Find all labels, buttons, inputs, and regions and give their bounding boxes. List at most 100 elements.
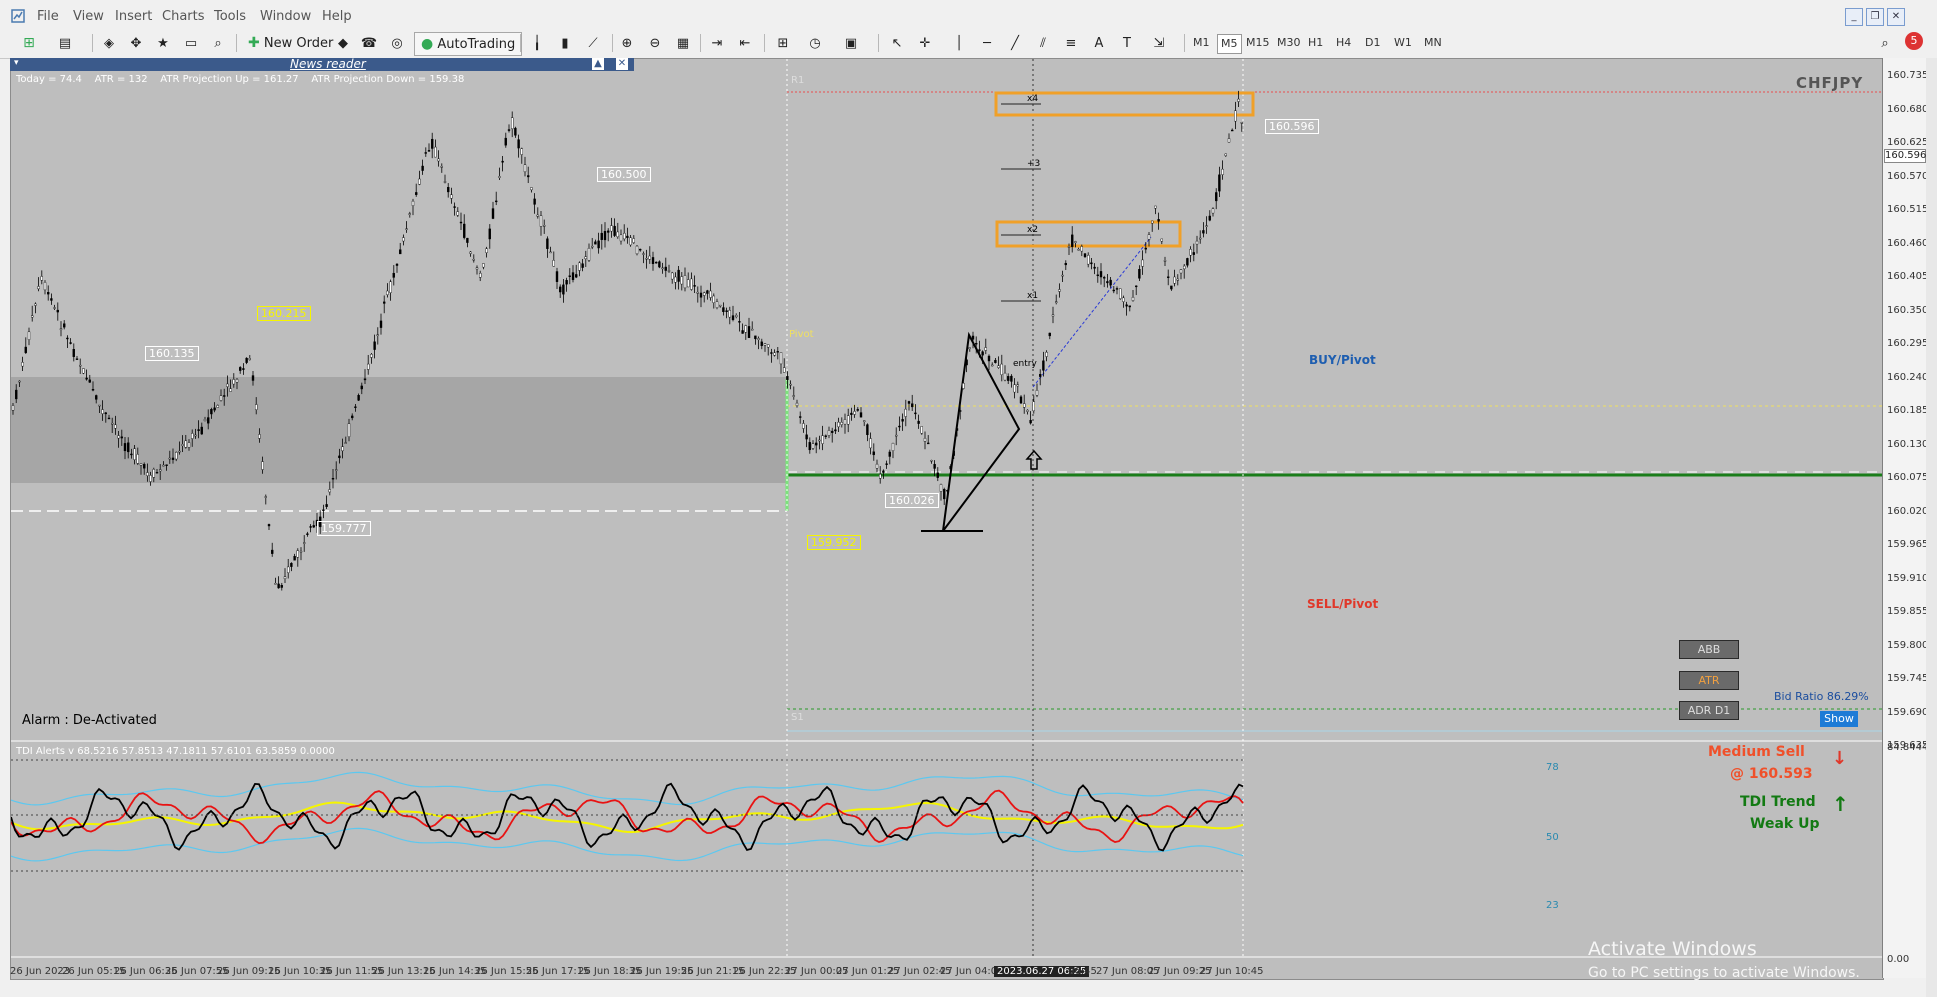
tf-m30[interactable]: M30 — [1274, 34, 1304, 52]
periods-icon[interactable]: ◷ — [804, 32, 826, 54]
price-axis-label: 160.515 — [1887, 204, 1929, 215]
tf-m1[interactable]: M1 — [1190, 34, 1213, 52]
vertical-scrollbar[interactable] — [1926, 58, 1937, 997]
show-button[interactable]: Show — [1820, 711, 1858, 727]
tf-h4[interactable]: H4 — [1333, 34, 1354, 52]
terminal-icon[interactable]: ▭ — [180, 32, 202, 54]
candle-body — [1195, 240, 1199, 245]
trendline-icon[interactable]: ╱ — [1004, 32, 1026, 54]
signals-icon[interactable]: ☎ — [358, 32, 380, 54]
candle-body — [149, 475, 152, 482]
news-close-icon[interactable]: ✕ — [616, 58, 628, 70]
candle-body — [568, 275, 571, 277]
candle-body — [139, 463, 143, 466]
text-icon[interactable]: A — [1088, 32, 1110, 54]
templates-icon[interactable]: ▣ — [840, 32, 862, 54]
candle-body — [248, 358, 252, 360]
bar-chart-icon[interactable]: ╽ — [526, 32, 548, 54]
candle-body — [210, 409, 213, 415]
tf-mn[interactable]: MN — [1421, 34, 1445, 52]
search-icon[interactable]: ⌕ — [1874, 32, 1896, 54]
tf-m15[interactable]: M15 — [1243, 34, 1273, 52]
chart-window[interactable]: 160.500 160.135 160.215 159.777 159.952 … — [10, 58, 1884, 980]
news-reader-bar[interactable]: ▾ News reader ▲ ✕ — [10, 57, 634, 71]
menu-tools[interactable]: Tools — [214, 9, 246, 24]
menu-file[interactable]: File — [37, 9, 59, 24]
news-minimize-icon[interactable]: ▲ — [592, 58, 604, 70]
candle-body — [485, 248, 488, 253]
candle-body — [1154, 205, 1157, 209]
r1-label: R1 — [791, 75, 805, 86]
minimize-button[interactable]: _ — [1845, 8, 1863, 26]
candle-body — [968, 347, 971, 349]
menu-window[interactable]: Window — [260, 9, 311, 24]
tile-windows-icon[interactable]: ▦ — [672, 32, 694, 54]
restore-button[interactable]: ❐ — [1866, 8, 1884, 26]
zoom-out-icon[interactable]: ⊖ — [644, 32, 666, 54]
new-chart-icon[interactable]: ⊞ — [18, 32, 40, 54]
price-chart[interactable] — [11, 59, 1883, 979]
candle-body — [1070, 234, 1074, 247]
tf-m5[interactable]: M5 — [1217, 34, 1242, 54]
vertical-line-icon[interactable]: │ — [948, 32, 970, 54]
menu-charts[interactable]: Charts — [162, 9, 205, 24]
candle-body — [56, 309, 59, 313]
line-chart-icon[interactable]: ⟋ — [582, 32, 604, 54]
candle-body — [347, 423, 351, 437]
tdi-title: TDI Alerts v 68.5216 57.8513 47.1811 57.… — [16, 746, 335, 757]
candle-body — [47, 292, 50, 295]
auto-scroll-icon[interactable]: ⇤ — [734, 32, 756, 54]
candle-body — [78, 364, 82, 367]
strategy-tester-icon[interactable]: ⌕ — [207, 32, 229, 54]
atr-button[interactable]: ATR — [1679, 671, 1739, 690]
candle-body — [837, 421, 840, 428]
candlestick-icon[interactable]: ▮ — [554, 32, 576, 54]
chart-shift-icon[interactable]: ⇥ — [706, 32, 728, 54]
candle-body — [184, 440, 188, 448]
candle-body — [914, 412, 917, 415]
news-reader-title[interactable]: News reader — [290, 57, 366, 71]
candle-body — [1093, 266, 1096, 269]
fibonacci-icon[interactable]: ≡ — [1060, 32, 1082, 54]
candle-body — [277, 583, 280, 589]
autotrading-button[interactable]: ● AutoTrading — [414, 32, 523, 56]
abb-button[interactable]: ABB — [1679, 640, 1739, 659]
candle-body — [1023, 403, 1026, 408]
metaeditor-icon[interactable]: ◆ — [332, 32, 354, 54]
collapse-icon[interactable]: ▾ — [14, 58, 19, 68]
arrows-icon[interactable]: ⇲ — [1148, 32, 1170, 54]
close-button[interactable]: ✕ — [1887, 8, 1905, 26]
candle-body — [555, 271, 559, 282]
cursor-icon[interactable]: ↖ — [886, 32, 908, 54]
adr-d1-button[interactable]: ADR D1 — [1679, 701, 1739, 720]
tf-d1[interactable]: D1 — [1362, 34, 1383, 52]
horizontal-line-icon[interactable]: ─ — [976, 32, 998, 54]
indicators-icon[interactable]: ⊞ — [772, 32, 794, 54]
price-axis[interactable]: 160.596 84.8444 0.00 160.735 160.680 160.6… — [1882, 58, 1929, 978]
navigator-icon[interactable]: ★ — [152, 32, 174, 54]
data-window-icon[interactable]: ✥ — [125, 32, 147, 54]
candle-body — [101, 409, 104, 414]
candle-body — [415, 192, 418, 195]
crosshair-icon[interactable]: ✛ — [914, 32, 936, 54]
autotrading-icon: ● — [421, 36, 434, 52]
options-icon[interactable]: ◎ — [386, 32, 408, 54]
tf-h1[interactable]: H1 — [1305, 34, 1326, 52]
profiles-icon[interactable]: ▤ — [54, 32, 76, 54]
new-order-button[interactable]: ✚ New Order — [244, 32, 337, 54]
candle-body — [24, 346, 28, 353]
candle-body — [859, 412, 863, 418]
notification-badge[interactable]: 5 — [1905, 32, 1923, 50]
menu-insert[interactable]: Insert — [115, 9, 152, 24]
market-watch-icon[interactable]: ◈ — [98, 32, 120, 54]
menu-help[interactable]: Help — [322, 9, 352, 24]
text-label-icon[interactable]: T — [1116, 32, 1138, 54]
candle-body — [14, 389, 18, 400]
equidistant-channel-icon[interactable]: ⫽ — [1032, 32, 1054, 54]
candle-body — [40, 276, 43, 281]
menu-view[interactable]: View — [73, 9, 104, 24]
tdi-upper-band — [11, 771, 1244, 806]
tf-w1[interactable]: W1 — [1391, 34, 1415, 52]
zoom-in-icon[interactable]: ⊕ — [616, 32, 638, 54]
candle-body — [949, 466, 952, 470]
